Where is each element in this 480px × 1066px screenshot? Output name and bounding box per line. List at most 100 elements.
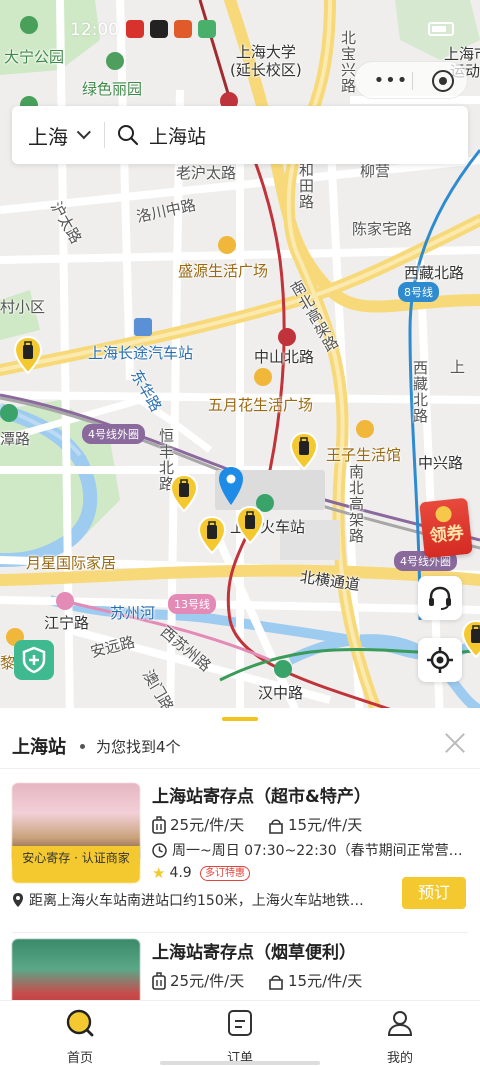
status-bar: 12:00 <box>0 0 480 58</box>
map-label: 盛源生活广场 <box>178 262 269 280</box>
map-label: 西藏北路 <box>411 360 429 424</box>
map-label: 陈家宅路 <box>352 220 413 238</box>
luggage-pin-icon[interactable] <box>198 516 226 554</box>
map-label: 上海长途汽车站 <box>88 344 194 362</box>
tab-mine-label: 我的 <box>386 1051 413 1066</box>
safety-shield-button[interactable] <box>14 640 54 680</box>
sheet-header: 上海站 为您找到4个 <box>0 728 480 768</box>
location-icon <box>13 893 23 907</box>
metro-station-icon <box>56 592 74 610</box>
luggage-pin-icon[interactable] <box>14 336 42 374</box>
store-card[interactable]: 安心寄存 · 认证商家 上海站寄存点（超市&特产） 25元/件/天 15元/件/… <box>0 770 480 930</box>
bag-icon <box>269 974 283 990</box>
notification-icon <box>198 20 216 38</box>
app-root: 大宁公园 绿色丽园 上海大学 (延长校区) 上海市 运动 北宝兴路 老沪太路 洛… <box>0 0 480 1066</box>
customer-service-button[interactable] <box>418 576 462 620</box>
sheet-drag-handle[interactable] <box>222 717 258 721</box>
close-icon[interactable] <box>444 732 466 754</box>
luggage-pin-icon[interactable] <box>290 432 318 470</box>
map-label: 苏州河 <box>110 604 156 622</box>
city-selector[interactable]: 上海 <box>12 106 104 164</box>
map-label: 五月花生活广场 <box>208 396 314 414</box>
sheet-title: 上海站 <box>12 737 66 758</box>
map-label: 中兴路 <box>418 454 464 472</box>
notification-icon <box>174 20 192 38</box>
home-indicator <box>160 1061 320 1065</box>
store-name: 上海站寄存点（超市&特产） <box>152 787 371 807</box>
map-label: 中山北路 <box>254 348 315 366</box>
map-label: 潭路 <box>0 430 31 448</box>
tab-home-label: 首页 <box>66 1051 93 1066</box>
suitcase-icon <box>152 815 166 834</box>
capsule-divider <box>412 72 413 90</box>
search-icon <box>118 125 139 146</box>
bus-station-icon <box>134 318 152 336</box>
map-label: 西藏北路 <box>404 264 465 282</box>
map-label: 黎 <box>0 654 16 672</box>
locate-me-button[interactable] <box>418 638 462 682</box>
shop-poi-icon <box>356 420 374 438</box>
store-name: 上海站寄存点（烟草便利） <box>152 943 356 963</box>
user-icon <box>387 1011 413 1036</box>
tab-home[interactable]: 首页 <box>40 1009 120 1066</box>
shield-icon <box>22 646 46 674</box>
metro-station-icon <box>274 660 292 678</box>
bag-icon <box>269 818 283 834</box>
price-small: 25元/件/天 <box>152 814 244 835</box>
store-card[interactable]: 上海站寄存点（烟草便利） 25元/件/天 15元/件/天 <box>0 926 480 1000</box>
location-pin-icon <box>219 467 243 505</box>
clock-icon <box>152 842 167 858</box>
price-large-text: 15元/件/天 <box>288 816 363 834</box>
shop-poi-icon <box>254 368 272 386</box>
chevron-down-icon <box>76 125 91 140</box>
notification-icon <box>126 20 144 38</box>
rating: ★ 4.9 <box>152 864 192 882</box>
metro-station-icon <box>278 328 296 346</box>
battery-icon <box>428 22 454 36</box>
price-small: 25元/件/天 <box>152 970 244 991</box>
map-label: 上 <box>450 358 466 376</box>
map-label: 村小区 <box>0 298 46 316</box>
map-label: 南北高架路 <box>347 464 365 544</box>
search-bar: 上海 上海站 <box>12 106 468 164</box>
divider <box>0 768 480 769</box>
luggage-pin-icon[interactable] <box>170 474 198 512</box>
status-time: 12:00 <box>70 20 119 40</box>
rating-value: 4.9 <box>169 865 192 881</box>
store-address-text: 距离上海火车站南进站口约150米，上海火车站地铁… <box>29 893 364 909</box>
tab-mine[interactable]: 我的 <box>360 1009 440 1066</box>
coupon-seal-icon <box>434 505 453 523</box>
metro-line-tag: 4号线外圈 <box>82 424 145 444</box>
price-large: 15元/件/天 <box>268 970 362 991</box>
more-options-icon[interactable]: ••• <box>371 71 411 91</box>
coupon-button[interactable]: 领券 <box>419 497 473 559</box>
store-address: 距离上海火车站南进站口约150米，上海火车站地铁… <box>12 890 392 910</box>
book-button[interactable]: 预订 <box>402 877 466 909</box>
tab-orders[interactable]: 订单 <box>200 1009 280 1066</box>
luggage-pin-icon[interactable] <box>462 620 480 658</box>
price-large: 15元/件/天 <box>268 814 362 835</box>
metro-station-icon <box>0 404 18 422</box>
bottom-tab-bar: 首页 订单 我的 <box>0 1000 480 1066</box>
separator-dot <box>80 744 85 749</box>
suitcase-icon <box>152 971 166 990</box>
price-large-text: 15元/件/天 <box>288 972 363 990</box>
business-hours-text: 周一~周日 07:30~22:30（春节期间正常营… <box>172 843 463 859</box>
notification-icon <box>150 20 168 38</box>
search-divider <box>104 122 105 148</box>
map-label: 绿色丽园 <box>82 80 143 98</box>
map-label: 汉中路 <box>258 684 304 702</box>
map-label: 王子生活馆 <box>326 446 402 464</box>
close-miniprogram-icon[interactable] <box>432 70 454 92</box>
status-icons <box>126 20 216 38</box>
price-small-text: 25元/件/天 <box>170 816 245 834</box>
city-label: 上海 <box>28 124 68 149</box>
metro-line-tag: 13号线 <box>168 594 216 614</box>
home-search-icon <box>66 1009 94 1037</box>
miniprogram-capsule: ••• <box>354 61 468 99</box>
luggage-pin-icon[interactable] <box>236 506 264 544</box>
shop-poi-icon <box>218 236 236 254</box>
search-input[interactable]: 上海站 <box>149 122 206 149</box>
coupon-label: 领券 <box>428 523 465 547</box>
map-label: 和田路 <box>297 162 315 210</box>
